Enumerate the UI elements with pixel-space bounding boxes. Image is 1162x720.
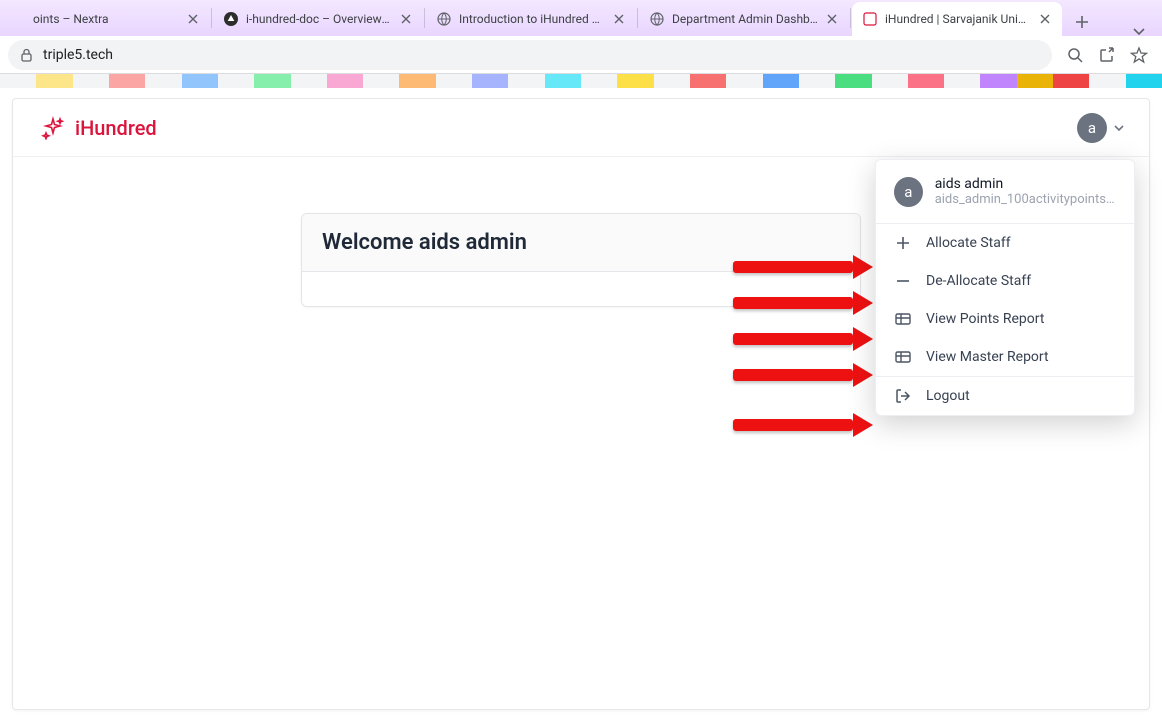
address-bar: triple5.tech (0, 36, 1162, 74)
menu-item-logout[interactable]: Logout (876, 377, 1134, 415)
tab-title: Department Admin Dashboa (672, 12, 818, 26)
menu-item-label: De-Allocate Staff (926, 273, 1031, 289)
globe-icon (436, 11, 452, 27)
user-dropdown: a aids admin aids_admin_100activitypoint… (875, 159, 1135, 416)
browser-tab[interactable]: Department Admin Dashboa (639, 2, 849, 36)
annotation-arrow (733, 257, 873, 277)
menu-item-label: Logout (926, 388, 970, 404)
zoom-icon[interactable] (1066, 46, 1084, 64)
annotation-arrow (733, 293, 873, 313)
app-wrap: iHundred a Welcome aids admin a aids adm… (0, 88, 1162, 720)
minus-icon (894, 272, 912, 290)
annotation-arrow (733, 329, 873, 349)
new-tab-button[interactable] (1068, 8, 1096, 36)
url-text: triple5.tech (43, 47, 113, 63)
doc-icon (10, 11, 26, 27)
dropdown-user-name: aids admin (935, 176, 1116, 192)
tab-overflow-button[interactable] (1122, 26, 1156, 36)
url-field[interactable]: triple5.tech (8, 40, 1052, 70)
lock-icon (20, 48, 33, 62)
tab-title: i-hundred-doc – Overview - N (246, 12, 392, 26)
table-icon (894, 348, 912, 366)
menu-item-allocate-staff[interactable]: Allocate Staff (876, 224, 1134, 262)
tab-title: oints – Nextra (33, 12, 179, 26)
menu-item-view-points-report[interactable]: View Points Report (876, 300, 1134, 338)
menu-item-label: View Points Report (926, 311, 1044, 327)
logout-icon (894, 387, 912, 405)
tab-title: Introduction to iHundred – N (459, 12, 605, 26)
menu-item-view-master-report[interactable]: View Master Report (876, 338, 1134, 376)
browser-tab[interactable]: i-hundred-doc – Overview - N (213, 2, 423, 36)
close-icon[interactable] (1038, 12, 1052, 26)
brand[interactable]: iHundred (41, 116, 157, 140)
triangle-icon (223, 11, 239, 27)
color-strip (0, 74, 1162, 88)
annotation-arrow (733, 415, 873, 435)
close-icon[interactable] (612, 12, 626, 26)
browser-tab[interactable]: Introduction to iHundred – N (426, 2, 636, 36)
app-header: iHundred a (13, 99, 1149, 157)
sparkle-icon (41, 116, 65, 140)
menu-item-label: View Master Report (926, 349, 1049, 365)
menu-item-label: Allocate Staff (926, 235, 1011, 251)
dropdown-user-block: a aids admin aids_admin_100activitypoint… (876, 160, 1134, 223)
menu-item-deallocate-staff[interactable]: De-Allocate Staff (876, 262, 1134, 300)
user-menu-trigger[interactable]: a (1077, 113, 1125, 143)
app-icon (862, 11, 878, 27)
tabstrip: oints – Nextra i-hundred-doc – Overview … (0, 0, 1162, 36)
share-icon[interactable] (1098, 46, 1116, 64)
browser-tab[interactable]: oints – Nextra (0, 2, 210, 36)
close-icon[interactable] (186, 12, 200, 26)
brand-text: iHundred (75, 116, 157, 140)
avatar: a (1077, 113, 1107, 143)
plus-icon (894, 234, 912, 252)
star-icon[interactable] (1130, 46, 1148, 64)
close-icon[interactable] (825, 12, 839, 26)
browser-chrome: oints – Nextra i-hundred-doc – Overview … (0, 0, 1162, 74)
browser-tab-active[interactable]: iHundred | Sarvajanik Univers (852, 2, 1062, 36)
tab-title: iHundred | Sarvajanik Univers (885, 12, 1031, 26)
globe-icon (649, 11, 665, 27)
dropdown-user-email: aids_admin_100activitypoints@s (935, 192, 1116, 207)
chevron-down-icon (1113, 123, 1125, 133)
avatar: a (894, 177, 923, 207)
app-card: iHundred a Welcome aids admin a aids adm… (12, 98, 1150, 710)
table-icon (894, 310, 912, 328)
annotation-arrow (733, 365, 873, 385)
close-icon[interactable] (399, 12, 413, 26)
